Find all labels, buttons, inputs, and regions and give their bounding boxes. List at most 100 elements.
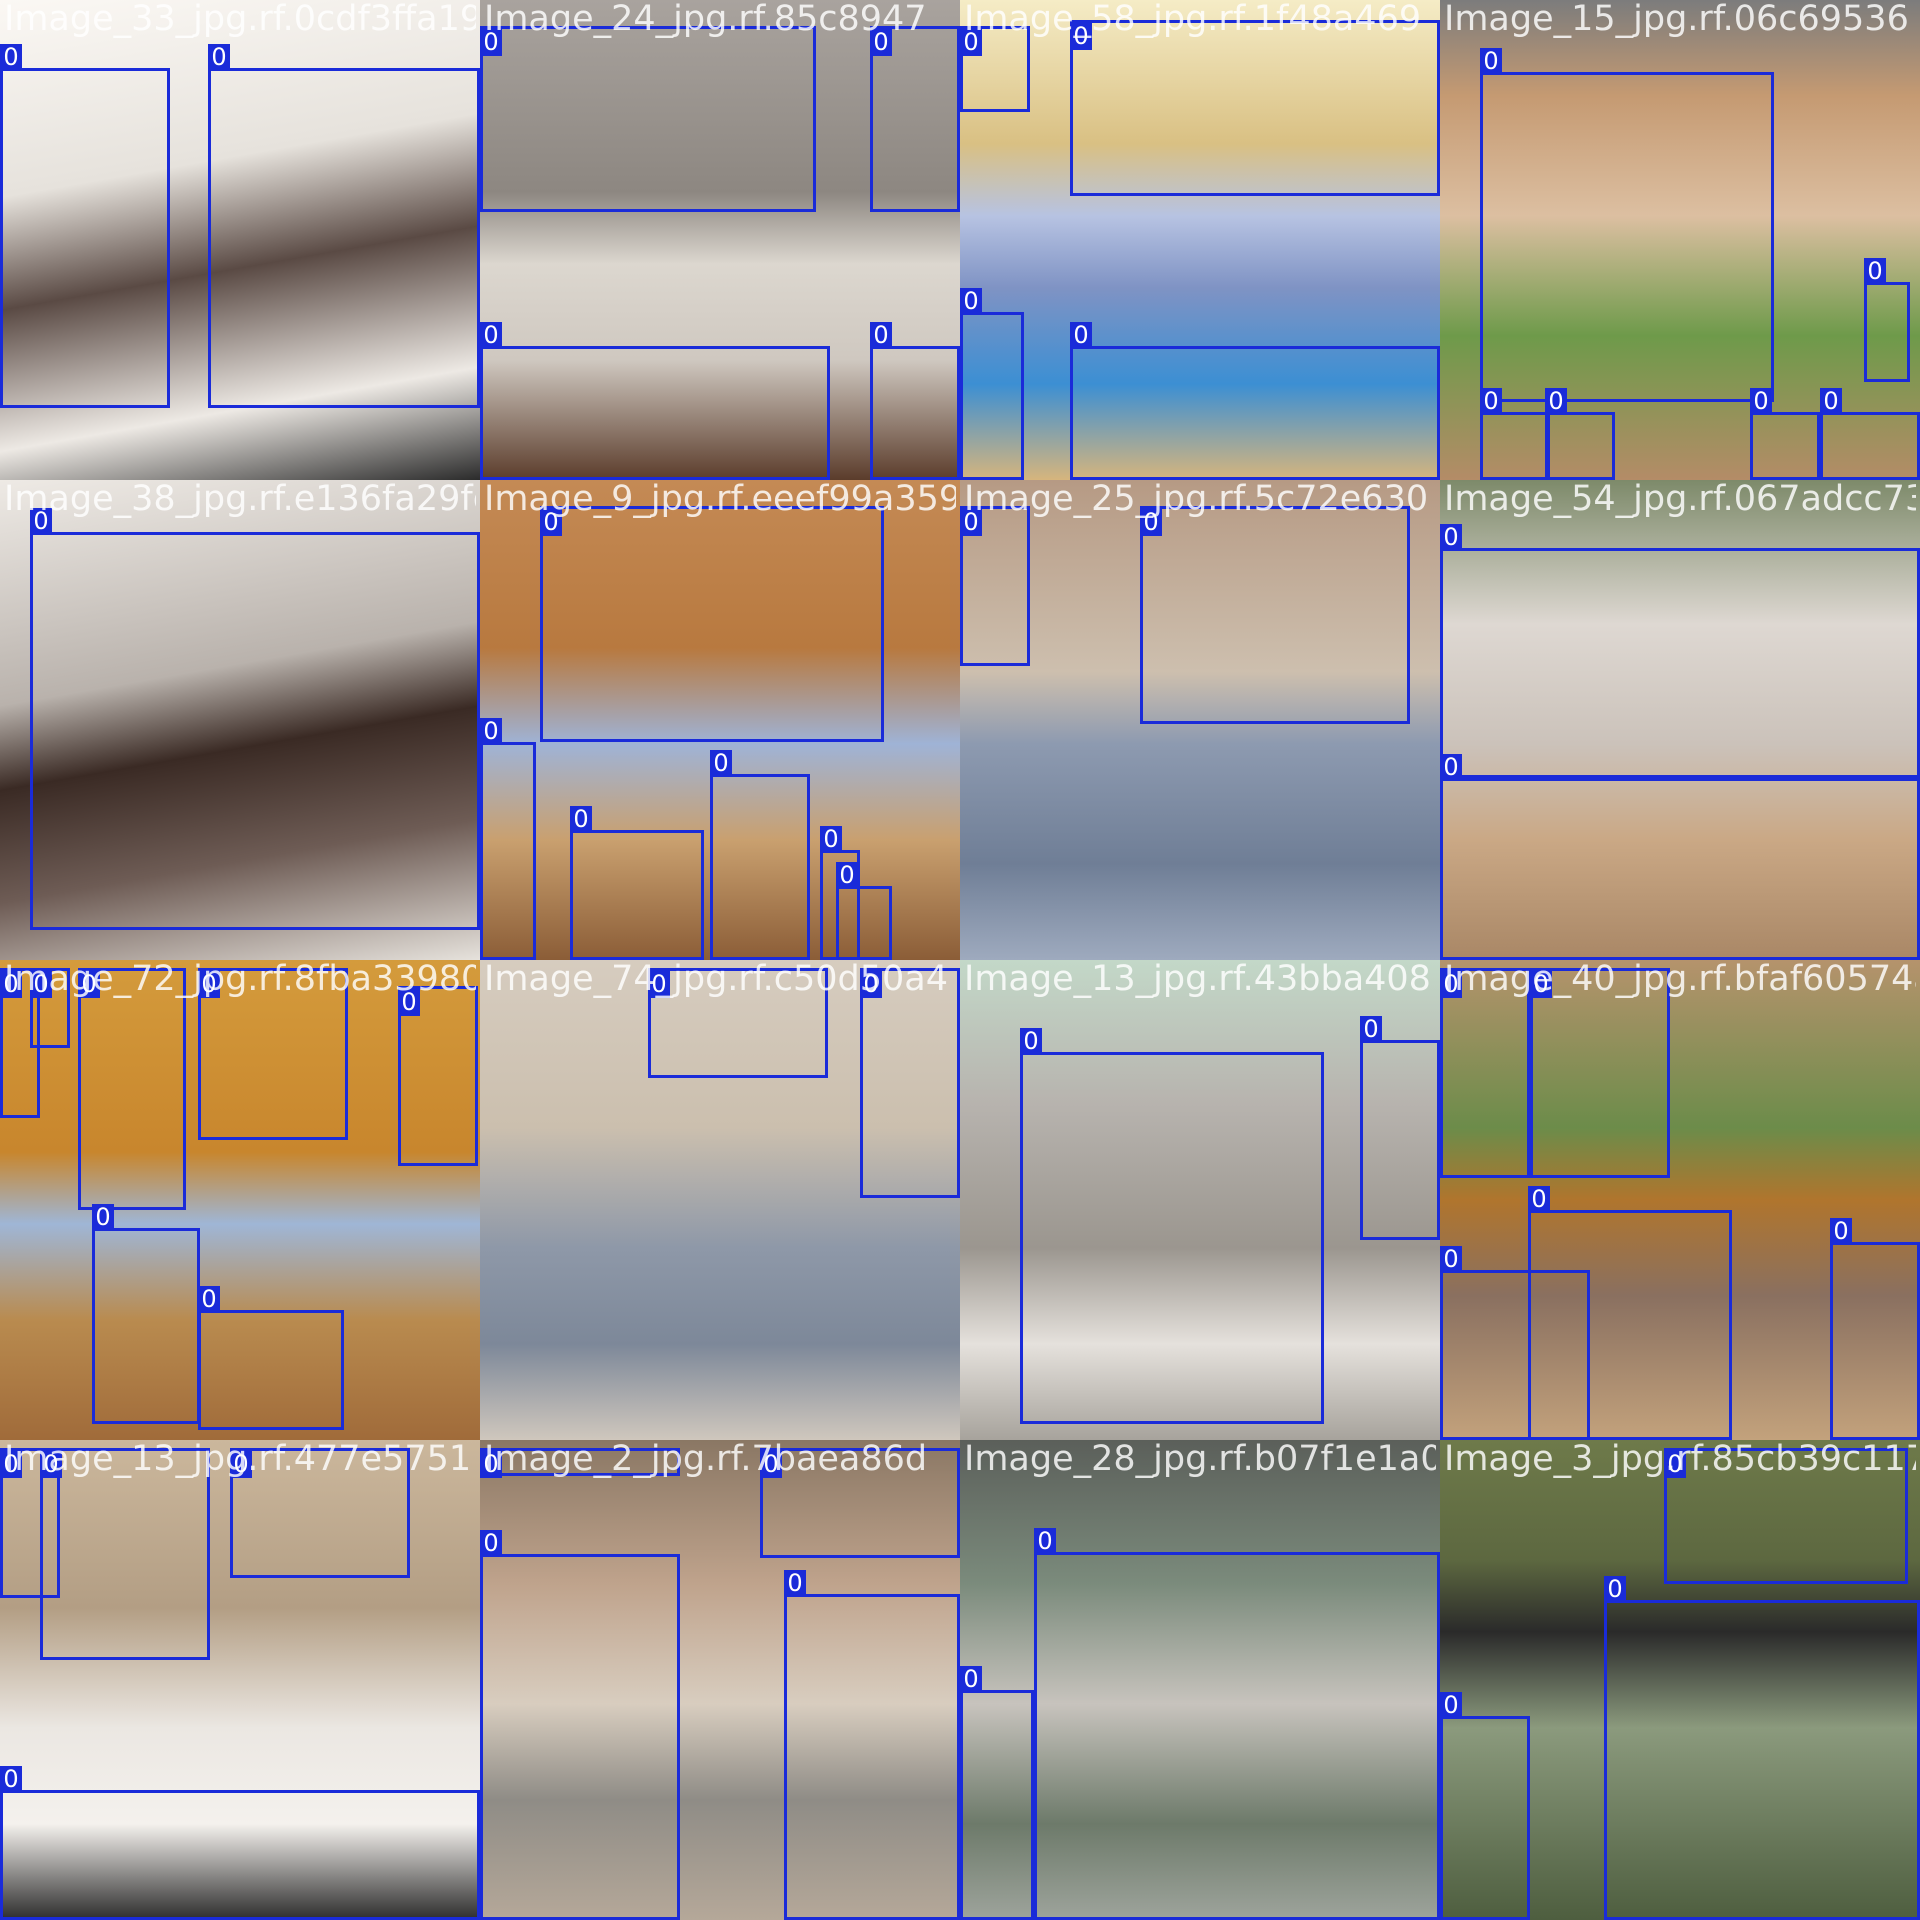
mosaic-tile: Image_28_jpg.rf.b07f1e1a03 0 0: [960, 1440, 1440, 1920]
mosaic-tile: Image_24_jpg.rf.85c8947 0 0 0 0: [480, 0, 960, 480]
bounding-box: 0: [1820, 388, 1920, 480]
bounding-box: 0: [1020, 1028, 1324, 1424]
class-label: 0: [1545, 388, 1567, 415]
mosaic-tile: Image_15_jpg.rf.06c69536 0 0 0 0 0 0: [1440, 0, 1920, 480]
mosaic-tile: Image_33_jpg.rf.0cdf3ffa193 0 0: [0, 0, 480, 480]
class-label: 0: [1604, 1576, 1626, 1603]
bounding-box: 0: [960, 288, 1024, 480]
bounding-box: 0: [480, 1530, 680, 1920]
tile-filename: Image_15_jpg.rf.06c69536: [1444, 0, 1909, 39]
tile-filename: Image_54_jpg.rf.067adcc73: [1444, 480, 1916, 519]
mosaic-tile: Image_40_jpg.rf.bfaf60574a 0 0 0 0 0: [1440, 960, 1920, 1440]
tile-filename: Image_13_jpg.rf.477e5751: [4, 1440, 472, 1479]
class-label: 0: [480, 1530, 502, 1557]
mosaic-tile: Image_13_jpg.rf.43bba408 0 0: [960, 960, 1440, 1440]
mosaic-tile: Image_74_jpg.rf.c50d50a4 0 0: [480, 960, 960, 1440]
bounding-box: 0: [1750, 388, 1820, 480]
class-label: 0: [480, 322, 502, 349]
mosaic-tile: Image_2_jpg.rf.7baea86d 0 0 0 0: [480, 1440, 960, 1920]
bounding-box: 0: [960, 1666, 1034, 1920]
mosaic-tile: Image_13_jpg.rf.477e5751 0 0 0 0: [0, 1440, 480, 1920]
class-label: 0: [1830, 1218, 1852, 1245]
class-label: 0: [1820, 388, 1842, 415]
tile-filename: Image_25_jpg.rf.5c72e630: [964, 480, 1429, 519]
bounding-box: 0: [1864, 258, 1910, 382]
class-label: 0: [710, 750, 732, 777]
class-label: 0: [1480, 48, 1502, 75]
class-label: 0: [0, 1766, 22, 1793]
bounding-box: 0: [1545, 388, 1615, 480]
tile-filename: Image_2_jpg.rf.7baea86d: [484, 1440, 928, 1479]
class-label: 0: [1440, 1246, 1462, 1273]
bounding-box: 0: [1440, 524, 1920, 778]
mosaic-tile: Image_72_jpg.rf.8fba339807 0 0 0 0 0 0 0: [0, 960, 480, 1440]
bounding-box: 0: [1830, 1218, 1920, 1440]
class-label: 0: [1440, 754, 1462, 781]
tile-filename: Image_3_jpg.rf.85cb39c117: [1444, 1440, 1916, 1479]
bounding-box: 0: [860, 968, 960, 1198]
bounding-box: 0: [570, 806, 704, 960]
bounding-box: 0: [198, 1286, 344, 1430]
bounding-box: 0: [1070, 20, 1440, 196]
mosaic-grid: Image_33_jpg.rf.0cdf3ffa193 0 0 Image_24_jp…: [0, 0, 1920, 1920]
bounding-box: 0: [1440, 754, 1920, 960]
class-label: 0: [1440, 524, 1462, 551]
mosaic-tile: Image_9_jpg.rf.eeef99a359 0 0 0 0 0 0: [480, 480, 960, 960]
bounding-box: 0: [784, 1570, 960, 1920]
bounding-box: 0: [398, 986, 478, 1166]
bounding-box: 0: [1480, 388, 1550, 480]
bounding-box: 0: [960, 506, 1030, 666]
class-label: 0: [1020, 1028, 1042, 1055]
class-label: 0: [1528, 1186, 1550, 1213]
mosaic-tile: Image_54_jpg.rf.067adcc73 0 0: [1440, 480, 1920, 960]
bounding-box: 0: [710, 750, 810, 960]
class-label: 0: [1440, 1692, 1462, 1719]
class-label: 0: [870, 322, 892, 349]
bounding-box: 0: [1360, 1016, 1440, 1240]
class-label: 0: [1480, 388, 1502, 415]
class-label: 0: [1864, 258, 1886, 285]
class-label: 0: [480, 718, 502, 745]
tile-filename: Image_24_jpg.rf.85c8947: [484, 0, 927, 39]
class-label: 0: [0, 44, 22, 71]
class-label: 0: [92, 1204, 114, 1231]
bounding-box: 0: [870, 26, 960, 212]
class-label: 0: [960, 288, 982, 315]
bounding-box: 0: [540, 506, 884, 742]
bounding-box: 0: [1440, 1692, 1530, 1920]
mosaic-tile: Image_3_jpg.rf.85cb39c117 0 0 0: [1440, 1440, 1920, 1920]
bounding-box: 0: [480, 26, 816, 212]
bounding-box: 0: [1034, 1528, 1440, 1920]
bounding-box: 0: [208, 44, 480, 408]
bounding-box: 0: [0, 1766, 480, 1920]
tile-filename: Image_74_jpg.rf.c50d50a4: [484, 960, 948, 999]
tile-filename: Image_40_jpg.rf.bfaf60574a: [1444, 960, 1916, 999]
tile-filename: Image_38_jpg.rf.e136fa29fd4: [4, 480, 476, 519]
tile-filename: Image_58_jpg.rf.1f48a469: [964, 0, 1422, 39]
mosaic-tile: Image_38_jpg.rf.e136fa29fd4 0: [0, 480, 480, 960]
class-label: 0: [1034, 1528, 1056, 1555]
class-label: 0: [208, 44, 230, 71]
bounding-box: 0: [480, 322, 830, 480]
bounding-box: 0: [1140, 506, 1410, 724]
bounding-box: 0: [1480, 48, 1774, 402]
tile-filename: Image_13_jpg.rf.43bba408: [964, 960, 1431, 999]
class-label: 0: [960, 1666, 982, 1693]
tile-filename: Image_9_jpg.rf.eeef99a359: [484, 480, 956, 519]
bounding-box: 0: [870, 322, 960, 480]
tile-filename: Image_33_jpg.rf.0cdf3ffa193: [4, 0, 476, 39]
bounding-box: 0: [0, 44, 170, 408]
class-label: 0: [198, 1286, 220, 1313]
bounding-box: 0: [836, 862, 892, 960]
class-label: 0: [820, 826, 842, 853]
class-label: 0: [784, 1570, 806, 1597]
tile-filename: Image_72_jpg.rf.8fba339807: [4, 960, 476, 999]
mosaic-tile: Image_58_jpg.rf.1f48a469 0 0 0 0: [960, 0, 1440, 480]
class-label: 0: [1070, 322, 1092, 349]
mosaic-tile: Image_25_jpg.rf.5c72e630 0 0: [960, 480, 1440, 960]
bounding-box: 0: [1440, 1246, 1590, 1440]
bounding-box: 0: [92, 1204, 200, 1424]
class-label: 0: [1750, 388, 1772, 415]
bounding-box: 0: [78, 968, 186, 1210]
bounding-box: 0: [480, 718, 536, 960]
